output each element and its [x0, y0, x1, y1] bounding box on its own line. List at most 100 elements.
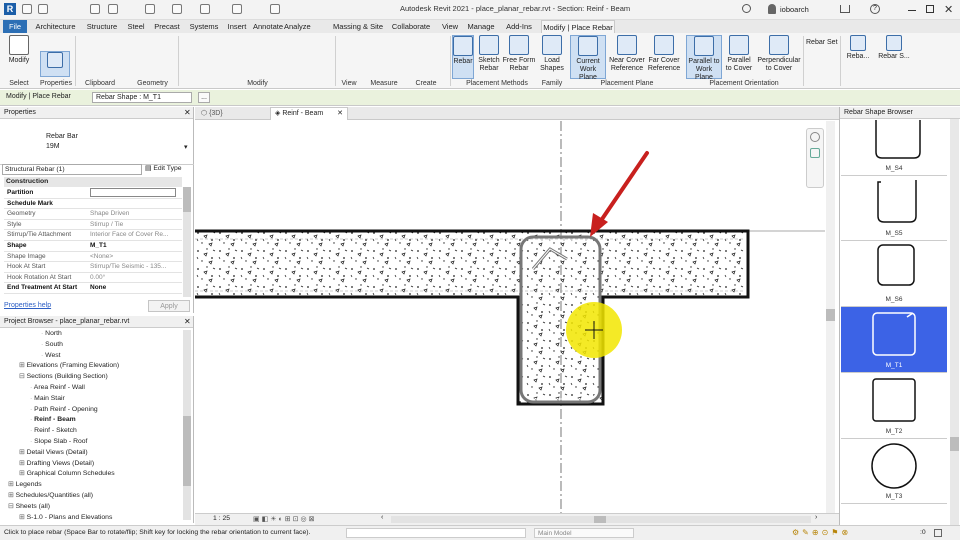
construction-section-header[interactable]: Construction [4, 177, 182, 187]
section-icon[interactable] [270, 4, 280, 14]
design-option-dropdown[interactable]: Main Model [534, 528, 634, 538]
tab-massing-site[interactable]: Massing & Site [332, 20, 384, 33]
selection-filter-icons[interactable]: ⚙✎⊕⊙⚑⊗ [792, 526, 932, 540]
tab-view[interactable]: View [440, 20, 460, 33]
property-value[interactable]: Interior Face of Cover Re... [90, 230, 168, 240]
view-control-icons[interactable]: ▣◧☀◐⊞⊡◎⊠ [253, 515, 331, 524]
perpendicular-to-cover-button[interactable]: Perpendicular to Cover [756, 35, 802, 79]
browser-item[interactable]: ⊞ Drafting Views (Detail) [19, 459, 94, 470]
view-tab-reinf-beam[interactable]: ◈ Reinf - Beam ✕ [270, 107, 348, 120]
minimize-icon[interactable] [908, 10, 916, 11]
sketch-rebar-button[interactable]: Sketch Rebar [476, 35, 502, 79]
tab-systems[interactable]: Systems [186, 20, 222, 33]
tab-precast[interactable]: Precast [152, 20, 182, 33]
property-value[interactable] [90, 188, 176, 197]
create-tools[interactable] [408, 37, 448, 75]
measure-tools[interactable] [368, 37, 400, 75]
browser-item[interactable]: · Area Reinf - Wall [30, 383, 85, 394]
browser-item[interactable]: · Reinf - Beam [30, 415, 76, 426]
shape-item-m-s6[interactable]: M_S6 [841, 241, 947, 307]
browser-item[interactable]: ⊞ Legends [8, 480, 42, 491]
revit-logo-icon[interactable]: R [4, 3, 16, 15]
more-options-button[interactable]: ... [198, 92, 210, 103]
property-row[interactable]: Geometry Shape Driven [4, 209, 182, 220]
view-scale[interactable]: 1 : 25 [213, 515, 230, 522]
drawing-canvas[interactable] [195, 121, 825, 514]
browser-item[interactable]: ⊞ Schedules/Quantities (all) [8, 491, 93, 502]
tab-insert[interactable]: Insert [226, 20, 248, 33]
property-value[interactable]: Stirrup/Tie Seismic - 135... [90, 262, 166, 272]
free-form-rebar-button[interactable]: Free Form Rebar [502, 35, 536, 79]
property-row[interactable]: Style Stirrup / Tie [4, 220, 182, 231]
browser-item[interactable]: ⊞ S-1.0 - Plans and Elevations [19, 513, 112, 524]
modify-tools[interactable] [184, 37, 334, 75]
view-tab-3d[interactable]: ⬡ {3D} [197, 108, 267, 120]
modify-button[interactable]: Modify [4, 35, 34, 79]
expand-icon[interactable]: ⊞ [19, 514, 27, 521]
rebar-set-button[interactable]: Rebar S... [878, 35, 910, 79]
user-icon[interactable] [768, 4, 776, 14]
text-icon[interactable] [200, 4, 210, 14]
tab-architecture[interactable]: Architecture [33, 20, 78, 33]
property-value[interactable]: 0.00° [90, 273, 105, 283]
properties-scrollbar[interactable] [183, 187, 191, 297]
shape-item-m-s5[interactable]: M_S5 [841, 176, 947, 241]
canvas-hscrollbar[interactable] [391, 516, 811, 523]
property-value[interactable]: M_T1 [90, 241, 107, 251]
instance-filter-dropdown[interactable]: Structural Rebar (1) [2, 164, 142, 175]
browser-item[interactable]: · North [41, 329, 62, 340]
tab-annotate[interactable]: Annotate [253, 20, 283, 33]
browser-item[interactable]: · Path Reinf - Opening [30, 405, 98, 416]
property-row[interactable]: Hook At Start Stirrup/Tie Seismic - 135..… [4, 262, 182, 273]
property-row[interactable]: Hook Rotation At Start 0.00° [4, 273, 182, 284]
search-icon[interactable] [742, 4, 751, 13]
type-selector[interactable]: Rebar Bar 19M ▾ [0, 121, 194, 165]
properties-help-link[interactable]: Properties help [4, 302, 51, 309]
shape-item-m-t1[interactable]: M_T1 [841, 307, 947, 373]
workset-dropdown[interactable] [346, 528, 526, 538]
clipboard-tools[interactable] [80, 38, 150, 74]
shape-item-m-s4[interactable]: M_S4 [841, 120, 947, 176]
tab-manage[interactable]: Manage [466, 20, 496, 33]
load-shapes-button[interactable]: Load Shapes [538, 35, 566, 79]
navigation-bar[interactable] [806, 128, 824, 188]
rebar-shape-dropdown[interactable]: Rebar Shape : M_T1 [92, 92, 192, 103]
restore-icon[interactable] [926, 5, 934, 13]
shape-item-m-t2[interactable]: M_T2 [841, 373, 947, 439]
far-cover-reference-button[interactable]: Far Cover Reference [646, 35, 682, 79]
browser-item[interactable]: · Slope Slab - Roof [30, 437, 87, 448]
rebar-button[interactable]: Rebar [452, 35, 474, 79]
user-name[interactable]: ioboarch [780, 5, 809, 14]
property-value[interactable]: <None> [90, 252, 113, 262]
tab-modify-place-rebar[interactable]: Modify | Place Rebar [541, 20, 615, 33]
save-icon[interactable] [38, 4, 48, 14]
browser-item[interactable]: ⊟ Sections (Building Section) [19, 372, 108, 383]
redo-icon[interactable] [108, 4, 118, 14]
near-cover-reference-button[interactable]: Near Cover Reference [608, 35, 646, 79]
expand-icon[interactable]: ⊞ [19, 460, 27, 467]
tab-structure[interactable]: Structure [82, 20, 122, 33]
browser-item[interactable]: ⊟ Sheets (all) [8, 502, 50, 513]
apply-button[interactable]: Apply [148, 300, 190, 312]
canvas-vscrollbar[interactable] [826, 121, 835, 514]
collapse-icon[interactable]: ⊟ [19, 373, 27, 380]
expand-icon[interactable]: ⊞ [8, 492, 16, 499]
current-work-plane-button[interactable]: Current Work Plane [570, 35, 606, 81]
close-icon[interactable]: ✕ [337, 108, 343, 120]
tab-steel[interactable]: Steel [124, 20, 148, 33]
property-value[interactable]: Stirrup / Tie [90, 220, 123, 230]
tab-collaborate[interactable]: Collaborate [390, 20, 432, 33]
parallel-to-work-plane-button[interactable]: Parallel to Work Plane [686, 35, 722, 81]
property-row[interactable]: Partition [4, 188, 182, 199]
open-icon[interactable] [22, 4, 32, 14]
browser-item[interactable]: · South [41, 340, 63, 351]
browser-item[interactable]: ⊞ Elevations (Framing Elevation) [19, 361, 119, 372]
browser-item[interactable]: · West [41, 351, 61, 362]
parallel-to-cover-button[interactable]: Parallel to Cover [724, 35, 754, 79]
tab-file[interactable]: File [3, 20, 27, 33]
measure-icon[interactable] [172, 4, 182, 14]
steering-wheel-icon[interactable] [810, 132, 820, 142]
rebar-cover-button[interactable]: Reba... [845, 35, 871, 79]
select-group-label[interactable]: Select [4, 79, 34, 88]
help-icon[interactable]: ? [870, 4, 880, 14]
